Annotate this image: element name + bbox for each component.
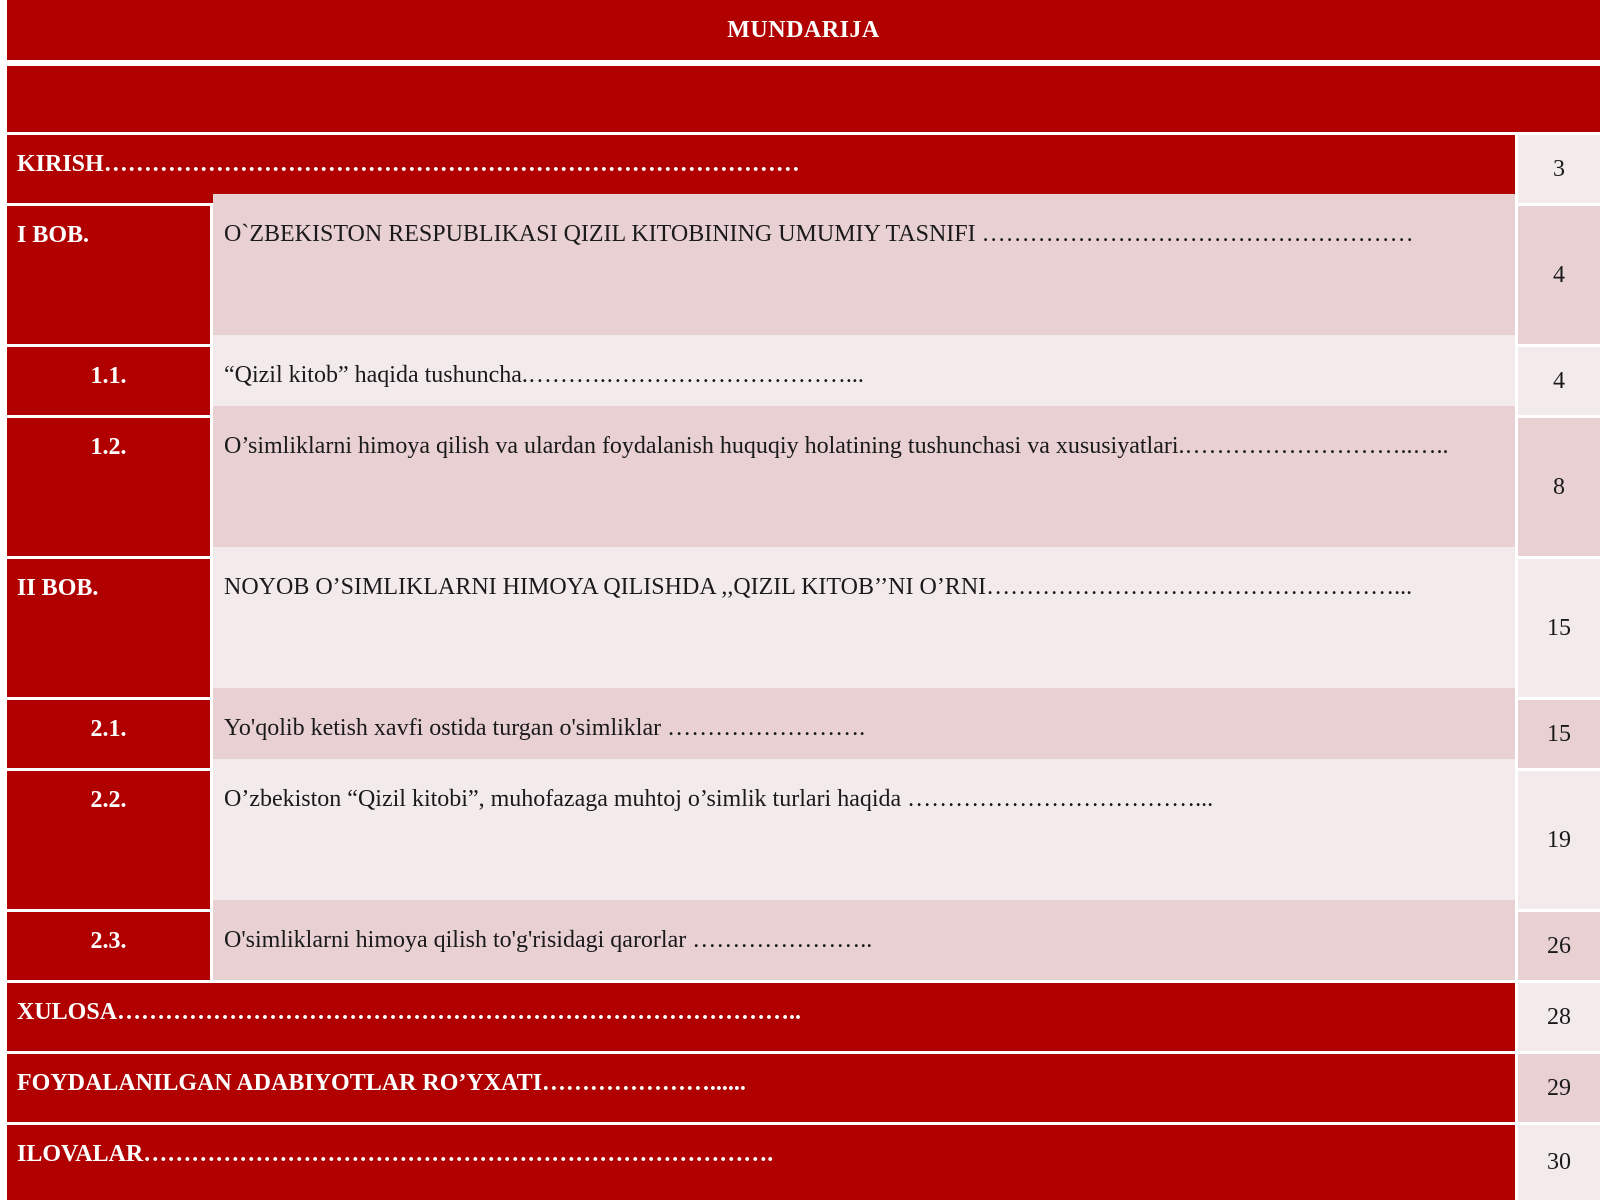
- title-row: MUNDARIJA: [7, 0, 1600, 60]
- page-number: 30: [1518, 1125, 1600, 1200]
- toc-entry-references[interactable]: FOYDALANILGAN ADABIYOTLAR RO’YXATI…………………: [7, 1054, 1600, 1122]
- entry-text: O'simliklarni himoya qilish to'g'risidag…: [213, 900, 1515, 980]
- entry-code: II BOB.: [7, 559, 210, 697]
- page-number: 4: [1518, 206, 1600, 344]
- toc-entry-1-2[interactable]: 1.2. O’simliklarni himoya qilish va ular…: [7, 406, 1600, 556]
- toc-entry-chapter-2[interactable]: II BOB. NOYOB O’SIMLIKLARNI HIMOYA QILIS…: [7, 547, 1600, 697]
- header-spacer: [7, 66, 1600, 132]
- header-spacer-row: [7, 66, 1600, 132]
- page-number: 15: [1518, 559, 1600, 697]
- page-number: 19: [1518, 771, 1600, 909]
- toc-entry-ilovalar[interactable]: ILOVALAR……………………………………………………………………. 30: [7, 1125, 1600, 1200]
- entry-code: 2.2.: [7, 771, 210, 909]
- entry-text: Yo'qolib ketish xavfi ostida turgan o'si…: [213, 688, 1515, 768]
- entry-text: “Qizil kitob” haqida tushuncha.……….………………: [213, 335, 1515, 415]
- entry-code: 1.2.: [7, 418, 210, 556]
- page-number: 4: [1518, 347, 1600, 415]
- toc-entry-kirish[interactable]: KIRISH…………………………………………………………………………… 3: [7, 135, 1600, 203]
- entry-label: KIRISH……………………………………………………………………………: [7, 135, 1515, 203]
- page-number: 28: [1518, 983, 1600, 1051]
- entry-label: XULOSA…………………………………………………………………………..: [7, 983, 1515, 1051]
- page-number: 29: [1518, 1054, 1600, 1122]
- entry-text: O`ZBEKISTON RESPUBLIKASI QIZIL KITOBININ…: [213, 194, 1515, 344]
- page-number: 3: [1518, 135, 1600, 203]
- entry-code: 2.1.: [7, 700, 210, 768]
- entry-text: O’zbekiston “Qizil kitobi”, muhofazaga m…: [213, 759, 1515, 909]
- page-number: 26: [1518, 912, 1600, 980]
- toc-entry-2-1[interactable]: 2.1. Yo'qolib ketish xavfi ostida turgan…: [7, 688, 1600, 768]
- entry-label: ILOVALAR…………………………………………………………………….: [7, 1125, 1515, 1200]
- toc-entry-2-3[interactable]: 2.3. O'simliklarni himoya qilish to'g'ri…: [7, 900, 1600, 980]
- toc-entry-2-2[interactable]: 2.2. O’zbekiston “Qizil kitobi”, muhofaz…: [7, 759, 1600, 909]
- page-number: 15: [1518, 700, 1600, 768]
- page-title: MUNDARIJA: [7, 0, 1600, 60]
- toc-entry-1-1[interactable]: 1.1. “Qizil kitob” haqida tushuncha.……….…: [7, 335, 1600, 415]
- entry-code: 1.1.: [7, 347, 210, 415]
- entry-label: FOYDALANILGAN ADABIYOTLAR RO’YXATI…………………: [7, 1054, 1515, 1122]
- table-of-contents: MUNDARIJA KIRISH…………………………………………………………………: [7, 0, 1600, 1200]
- entry-code: I BOB.: [7, 206, 210, 344]
- entry-text: O’simliklarni himoya qilish va ulardan f…: [213, 406, 1515, 556]
- entry-text: NOYOB O’SIMLIKLARNI HIMOYA QILISHDA ,,QI…: [213, 547, 1515, 697]
- page-number: 8: [1518, 418, 1600, 556]
- entry-code: 2.3.: [7, 912, 210, 980]
- toc-entry-chapter-1[interactable]: I BOB. O`ZBEKISTON RESPUBLIKASI QIZIL KI…: [7, 194, 1600, 344]
- toc-entry-xulosa[interactable]: XULOSA………………………………………………………………………….. 28: [7, 983, 1600, 1051]
